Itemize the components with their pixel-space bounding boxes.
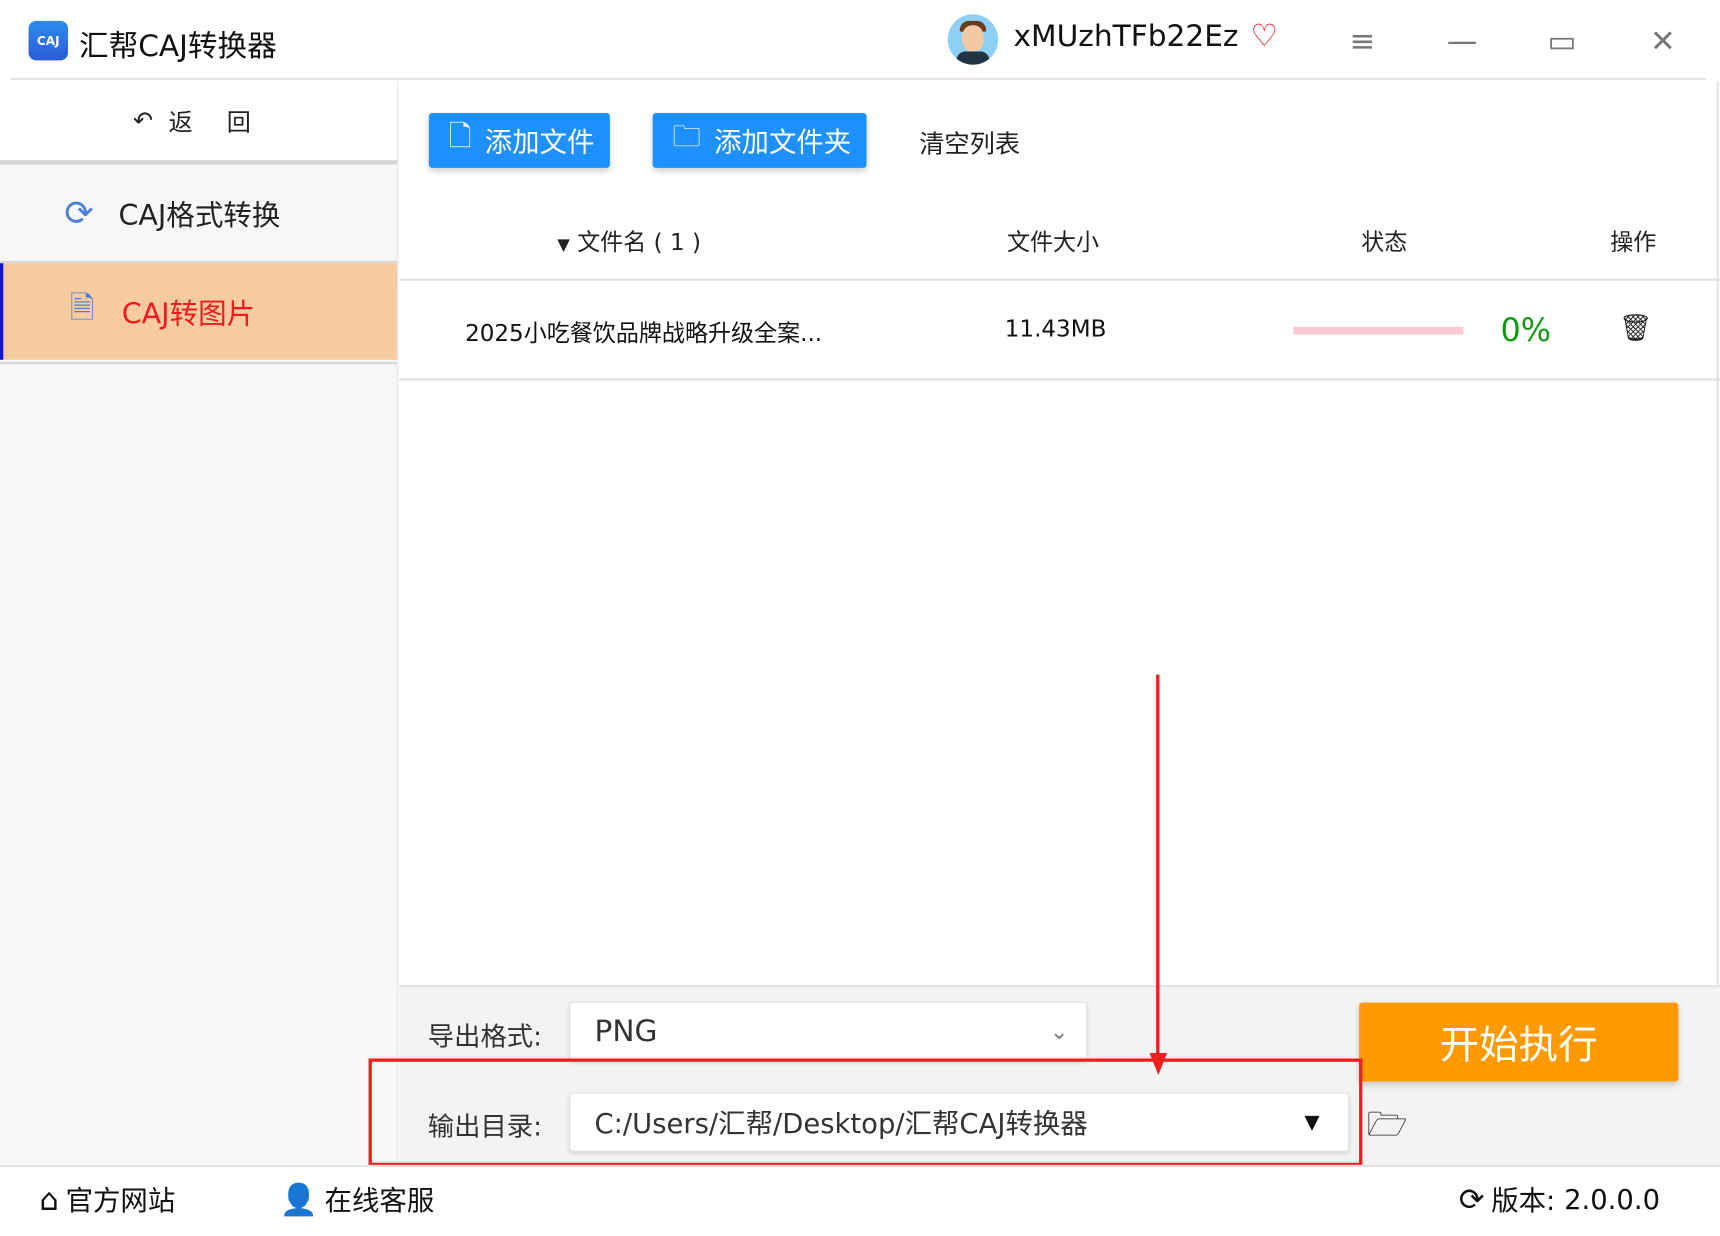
app-logo: CAJ	[28, 20, 69, 61]
chevron-down-icon: ⌄	[1049, 1017, 1069, 1045]
home-icon: ⌂	[39, 1180, 59, 1218]
maximize-button[interactable]: ▭	[1540, 20, 1584, 64]
sidebar-item-label: CAJ格式转换	[118, 199, 281, 232]
footer-label: 在线客服	[324, 1184, 435, 1217]
version-info[interactable]: ⟳ 版本: 2.0.0.0	[1459, 1179, 1660, 1218]
vip-diamond-icon[interactable]: ♡	[1250, 19, 1278, 53]
clear-list-button[interactable]: 清空列表	[919, 123, 1020, 160]
sort-caret-icon: ▼	[557, 234, 570, 255]
avatar[interactable]	[947, 14, 999, 65]
sidebar-item-caj-format-convert[interactable]: ⟳ CAJ格式转换	[0, 165, 397, 262]
progress-bar	[1293, 326, 1464, 335]
annotation-arrow	[1156, 674, 1160, 1059]
sidebar-item-caj-to-image[interactable]: 🗎 CAJ转图片	[0, 263, 398, 360]
sidebar-item-label: CAJ转图片	[121, 297, 256, 331]
header-label: 文件名 ( 1 )	[577, 229, 701, 256]
headset-user-icon: 👤	[279, 1180, 318, 1218]
progress-percent: 0%	[1500, 311, 1552, 349]
column-header-name[interactable]: ▼ 文件名 ( 1 )	[557, 225, 701, 258]
add-folder-button[interactable]: 🗀 添加文件夹	[652, 112, 867, 168]
footer-label: 官方网站	[65, 1184, 176, 1217]
button-label: 添加文件	[484, 126, 595, 158]
back-label: 返 回	[168, 109, 265, 138]
add-folder-icon: 🗀	[672, 120, 701, 154]
logo-text: CAJ	[36, 33, 60, 48]
column-header-size: 文件大小	[1006, 229, 1100, 256]
document-icon: 🗎	[69, 289, 95, 326]
refresh-icon: ⟳	[64, 191, 94, 234]
annotation-arrowhead	[1149, 1053, 1168, 1075]
version-label: 版本:	[1491, 1184, 1556, 1217]
format-select[interactable]: PNG ⌄	[569, 1001, 1088, 1061]
official-website-link[interactable]: ⌂ 官方网站	[39, 1179, 175, 1218]
delete-trash-icon[interactable]: 🗑	[1619, 313, 1652, 344]
button-label: 添加文件夹	[714, 126, 852, 158]
divider	[0, 361, 398, 365]
username[interactable]: xMUzhTFb22Ez	[1014, 20, 1239, 54]
back-arrow-icon: ↶	[133, 106, 154, 135]
menu-button[interactable]: ≡	[1340, 20, 1384, 64]
close-button[interactable]: ✕	[1641, 20, 1685, 64]
open-folder-icon[interactable]: 🗁	[1367, 1100, 1408, 1156]
refresh-icon: ⟳	[1458, 1180, 1485, 1218]
online-support-link[interactable]: 👤 在线客服	[280, 1179, 435, 1218]
minimize-button[interactable]: —	[1440, 20, 1484, 64]
format-value: PNG	[594, 1014, 658, 1049]
back-button[interactable]: ↶ 返 回	[0, 81, 398, 161]
annotation-highlight-box	[368, 1058, 1363, 1167]
add-file-icon: 🗋	[448, 120, 472, 154]
start-button[interactable]: 开始执行	[1359, 1002, 1679, 1082]
column-header-status: 状态	[1361, 229, 1408, 256]
app-title: 汇帮CAJ转换器	[78, 29, 277, 64]
column-header-action: 操作	[1610, 229, 1657, 256]
file-name: 2025小吃餐饮品牌战略升级全案...	[465, 320, 823, 347]
version-value: 2.0.0.0	[1564, 1183, 1661, 1215]
divider	[399, 378, 1720, 381]
file-size: 11.43MB	[1004, 315, 1107, 343]
divider	[399, 278, 1720, 281]
format-label: 导出格式:	[427, 1021, 542, 1052]
app-window: CAJ 汇帮CAJ转换器 xMUzhTFb22Ez ♡ ≡ — ▭ ✕ ↶ 返 回…	[0, 0, 1720, 1236]
divider	[10, 77, 1706, 81]
add-file-button[interactable]: 🗋 添加文件	[428, 112, 610, 168]
